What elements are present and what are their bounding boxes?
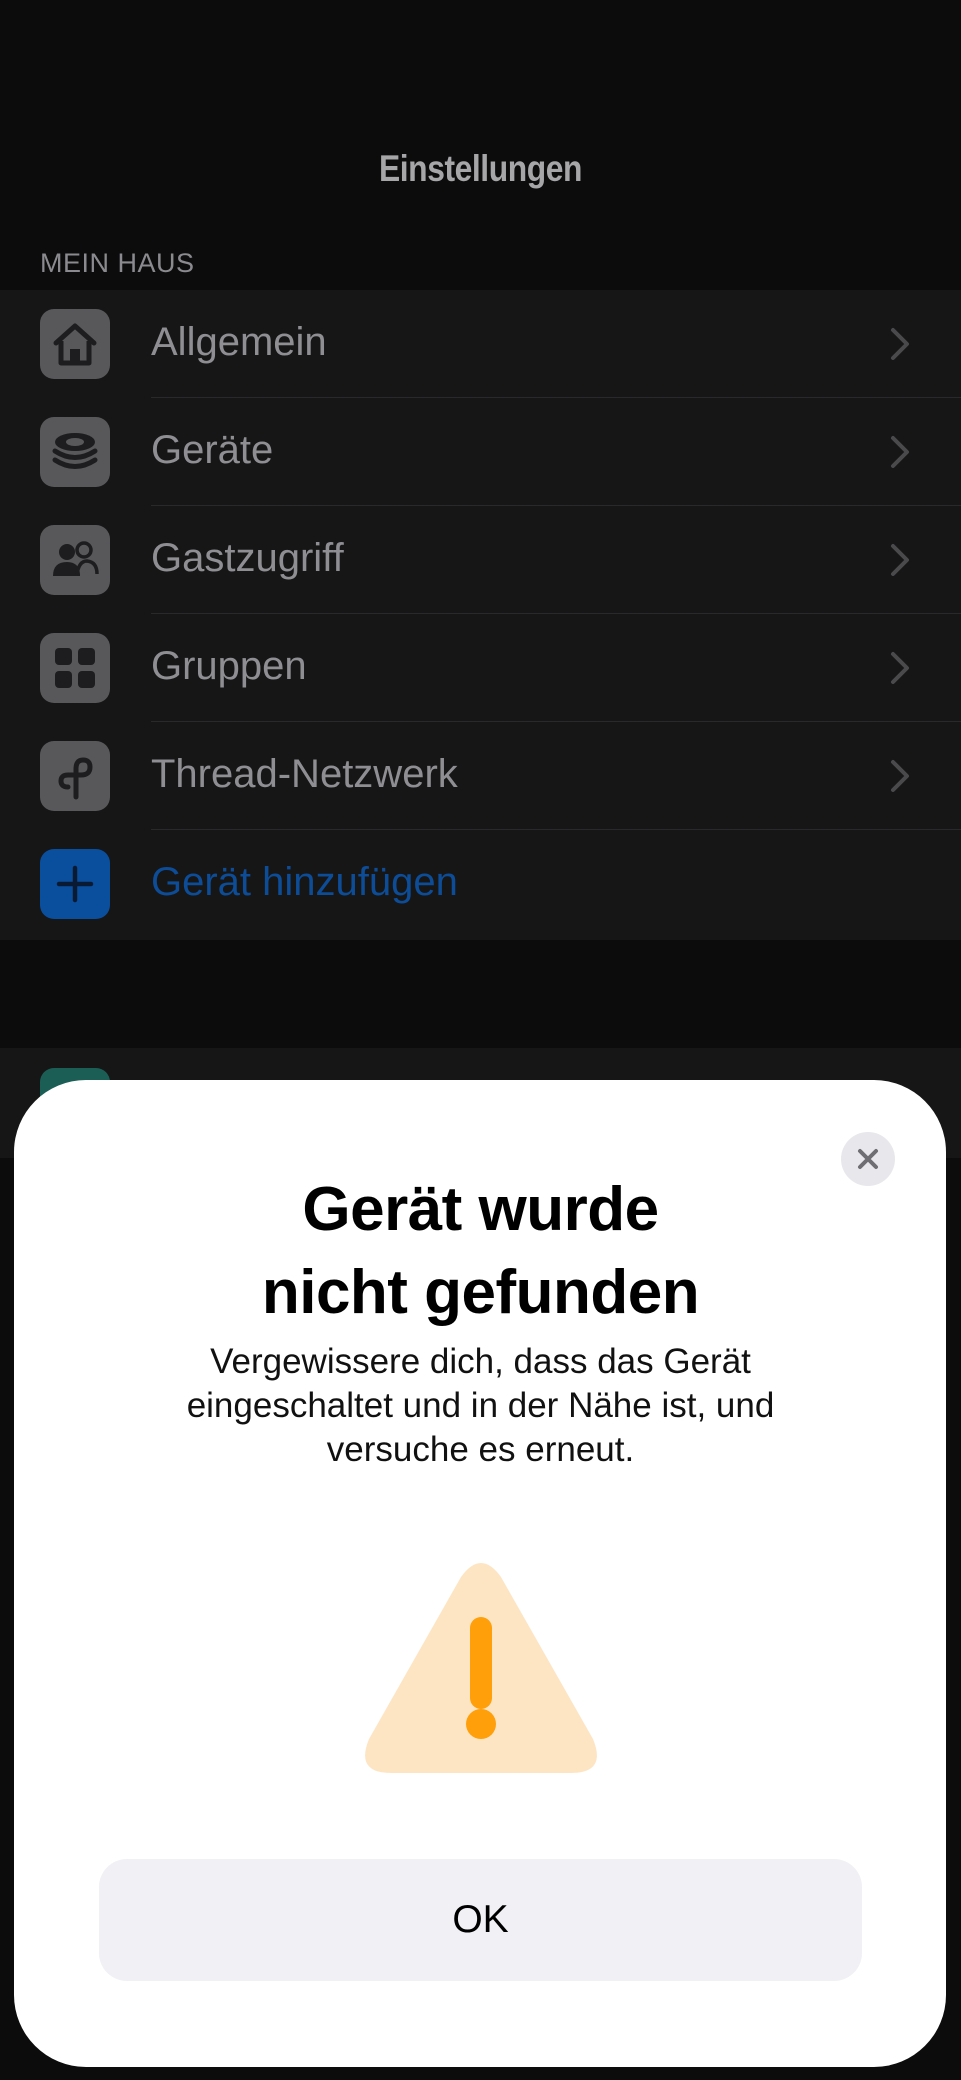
settings-item-label: Gastzugriff: [151, 536, 344, 580]
chevron-right-icon: [891, 760, 909, 792]
alert-title: Gerät wurde nicht gefunden: [0, 1168, 961, 1334]
settings-item-label: Allgemein: [151, 320, 327, 364]
settings-item-thread-netzwerk[interactable]: Thread-Netzwerk: [0, 722, 961, 830]
settings-list: Allgemein Geräte Gastzugriff Gruppen Thr…: [0, 290, 961, 940]
house-icon: [40, 309, 110, 379]
chevron-right-icon: [891, 652, 909, 684]
alert-title-line1: Gerät wurde: [302, 1175, 659, 1244]
settings-item-gruppen[interactable]: Gruppen: [0, 614, 961, 722]
page-title: Einstellungen: [378, 148, 583, 189]
ok-button[interactable]: OK: [99, 1859, 862, 1981]
guest-access-icon: [40, 525, 110, 595]
settings-item-allgemein[interactable]: Allgemein: [0, 290, 961, 398]
add-device-label: Gerät hinzufügen: [151, 860, 458, 904]
devices-stack-icon: [40, 417, 110, 487]
chevron-right-icon: [891, 328, 909, 360]
thread-network-icon: [40, 741, 110, 811]
plus-icon: [40, 849, 110, 919]
warning-triangle-icon: [365, 1563, 597, 1773]
settings-item-geraete[interactable]: Geräte: [0, 398, 961, 506]
groups-grid-icon: [40, 633, 110, 703]
add-device-button[interactable]: Gerät hinzufügen: [0, 830, 961, 938]
settings-item-label: Geräte: [151, 428, 274, 472]
alert-message: Vergewissere dich, dass das Gerät einges…: [186, 1342, 775, 1469]
alert-title-line2: nicht gefunden: [261, 1258, 700, 1327]
chevron-right-icon: [891, 436, 909, 468]
settings-item-gastzugriff[interactable]: Gastzugriff: [0, 506, 961, 614]
section-header: MEIN HAUS: [40, 248, 195, 278]
settings-item-label: Thread-Netzwerk: [151, 752, 458, 796]
settings-item-label: Gruppen: [151, 644, 307, 688]
chevron-right-icon: [891, 544, 909, 576]
